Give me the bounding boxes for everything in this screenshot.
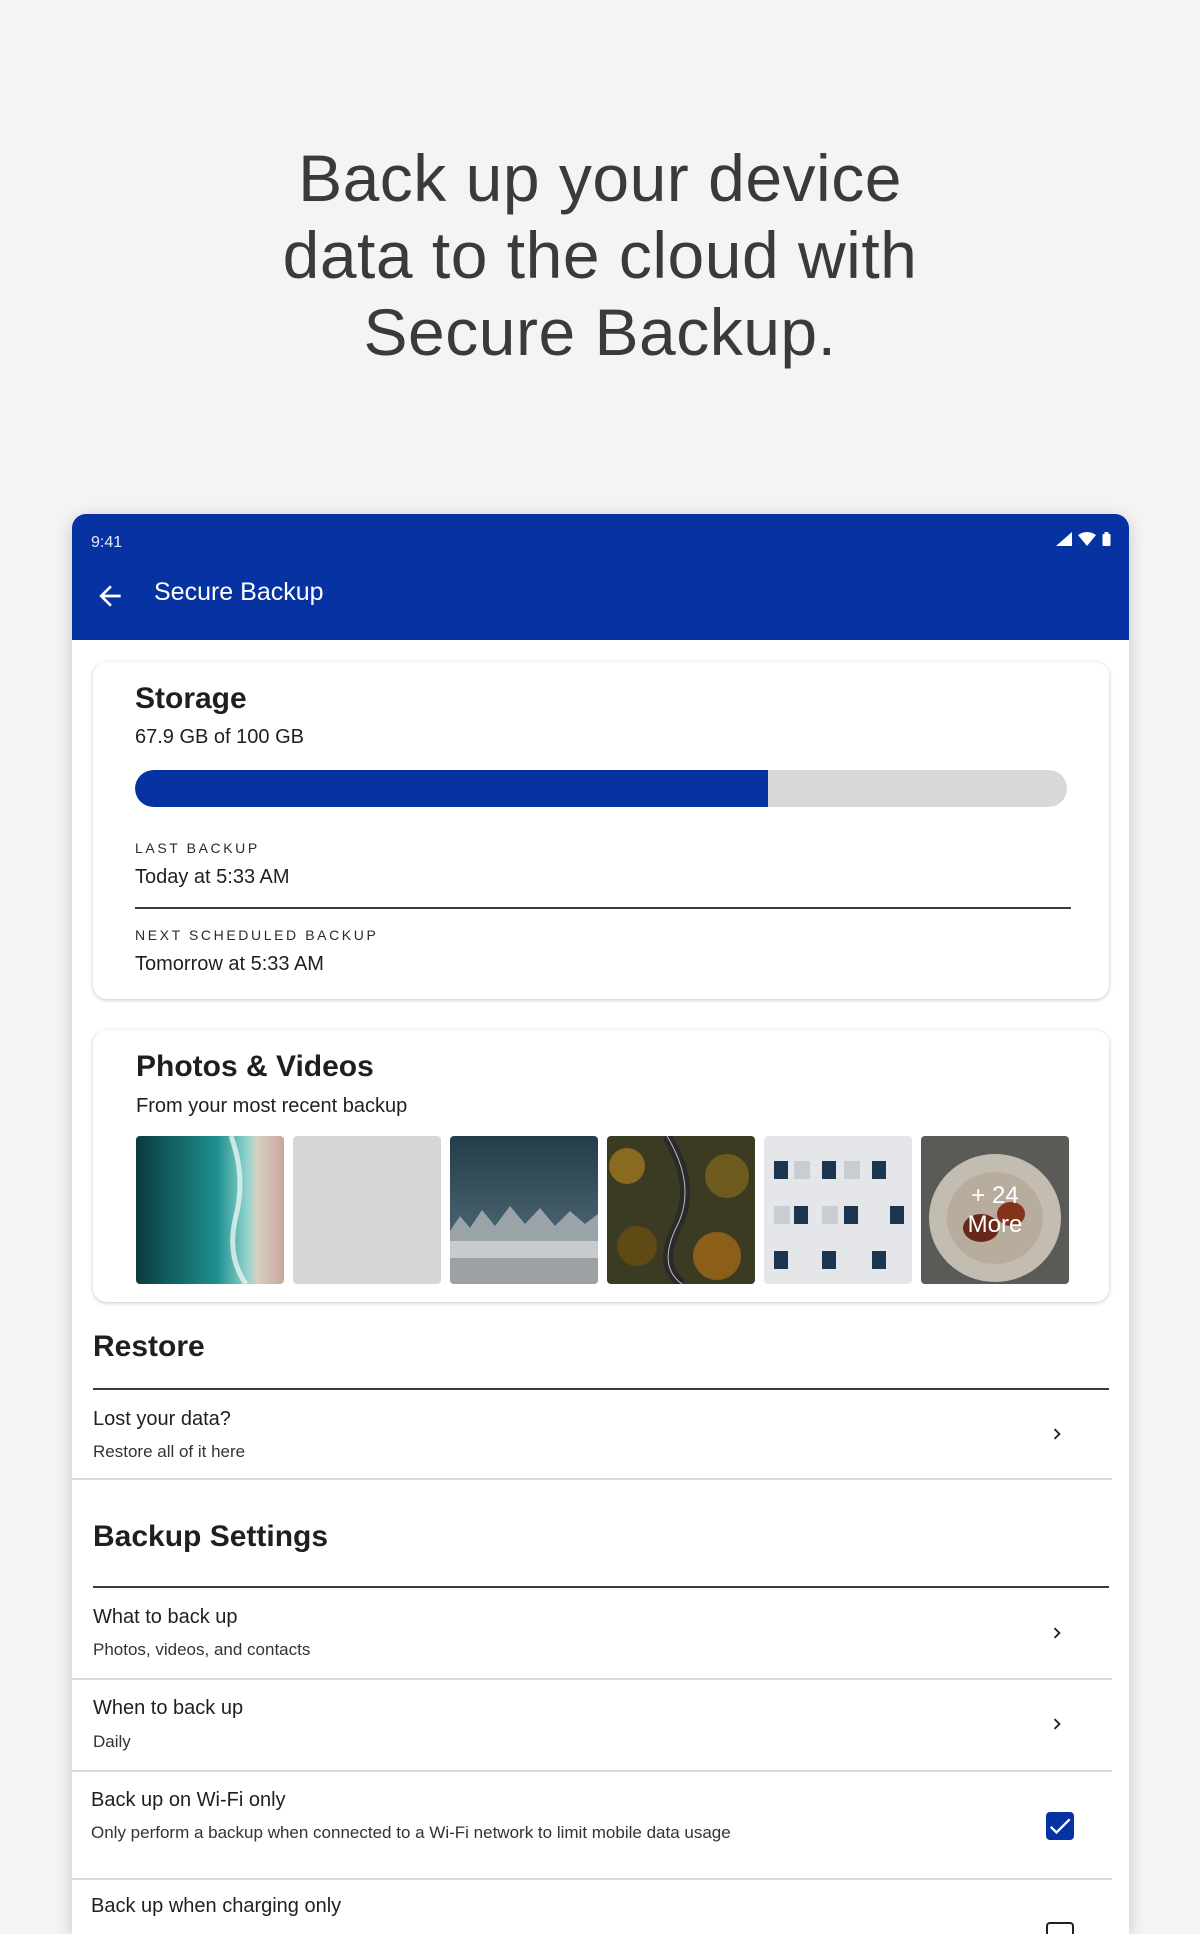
backup-settings-title: Backup Settings: [93, 1520, 329, 1553]
charging-only-toggle-row[interactable]: Back up when charging only: [72, 1880, 1112, 1934]
storage-title: Storage: [135, 682, 247, 715]
device-screen: 9:41 Secure Backup Storage 67.9 GB of 10…: [72, 514, 1129, 1934]
last-backup-value: Today at 5:33 AM: [135, 866, 290, 888]
snowy-forest-photo[interactable]: [450, 1136, 598, 1284]
placeholder-photo[interactable]: [293, 1136, 441, 1284]
aerial-beach-photo[interactable]: [136, 1136, 284, 1284]
arrow-left-icon[interactable]: [94, 580, 126, 612]
headline: Back up your device data to the cloud wi…: [0, 140, 1200, 371]
photos-card: Photos & Videos From your most recent ba…: [93, 1030, 1109, 1302]
chevron-right-icon: [1053, 1718, 1061, 1730]
last-backup-label: LAST BACKUP: [135, 840, 260, 856]
storage-usage-text: 67.9 GB of 100 GB: [135, 726, 304, 748]
headline-line-1: Back up your device: [298, 141, 902, 215]
chevron-right-icon: [1053, 1627, 1061, 1639]
more-photos-count: + 24: [971, 1182, 1019, 1209]
when-to-back-up-subtitle: Daily: [93, 1732, 131, 1751]
photos-subtitle: From your most recent backup: [136, 1095, 408, 1117]
status-time: 9:41: [91, 534, 123, 551]
headline-line-3: Secure Backup.: [363, 295, 837, 369]
restore-data-item[interactable]: Lost your data? Restore all of it here: [72, 1390, 1112, 1478]
photo-thumbnails: + 24 More: [136, 1136, 1069, 1284]
check-icon: [1049, 1818, 1071, 1835]
wifi-only-toggle-row[interactable]: Back up on Wi-Fi only Only perform a bac…: [72, 1772, 1112, 1878]
storage-progress-fill: [135, 770, 768, 807]
what-to-back-up-title: What to back up: [93, 1606, 238, 1628]
headline-line-2: data to the cloud with: [282, 218, 918, 292]
signal-icon: [1056, 532, 1072, 546]
when-to-back-up-title: When to back up: [93, 1697, 244, 1719]
photos-title: Photos & Videos: [136, 1050, 374, 1083]
wifi-icon: [1078, 532, 1096, 546]
what-to-back-up-item[interactable]: What to back up Photos, videos, and cont…: [72, 1588, 1112, 1678]
charging-only-checkbox[interactable]: [1046, 1922, 1074, 1934]
restore-item-subtitle: Restore all of it here: [93, 1442, 246, 1461]
autumn-road-photo[interactable]: [607, 1136, 755, 1284]
next-backup-label: NEXT SCHEDULED BACKUP: [135, 927, 379, 943]
food-plate-photo[interactable]: + 24 More: [921, 1136, 1069, 1284]
storage-card: Storage 67.9 GB of 100 GB LAST BACKUP To…: [93, 662, 1109, 999]
restore-item-title: Lost your data?: [93, 1408, 231, 1430]
app-bar: 9:41 Secure Backup: [72, 514, 1129, 640]
what-to-back-up-subtitle: Photos, videos, and contacts: [93, 1640, 311, 1659]
restore-row-divider: [72, 1478, 1112, 1480]
charging-only-title: Back up when charging only: [91, 1895, 342, 1917]
wifi-only-title: Back up on Wi-Fi only: [91, 1789, 286, 1811]
building-facade-photo[interactable]: [764, 1136, 912, 1284]
wifi-only-subtitle: Only perform a backup when connected to …: [91, 1823, 731, 1842]
battery-icon: [1102, 532, 1111, 546]
storage-progress-bar: [135, 770, 1067, 807]
status-icons: [1056, 532, 1111, 546]
chevron-right-icon: [1053, 1428, 1061, 1440]
restore-section-title: Restore: [93, 1330, 205, 1363]
storage-divider: [135, 907, 1071, 909]
more-photos-overlay[interactable]: + 24 More: [921, 1136, 1069, 1284]
when-to-back-up-item[interactable]: When to back up Daily: [72, 1680, 1112, 1770]
next-backup-value: Tomorrow at 5:33 AM: [135, 953, 324, 975]
wifi-only-checkbox[interactable]: [1046, 1812, 1074, 1840]
app-title: Secure Backup: [154, 578, 324, 606]
more-photos-label: More: [967, 1211, 1023, 1238]
